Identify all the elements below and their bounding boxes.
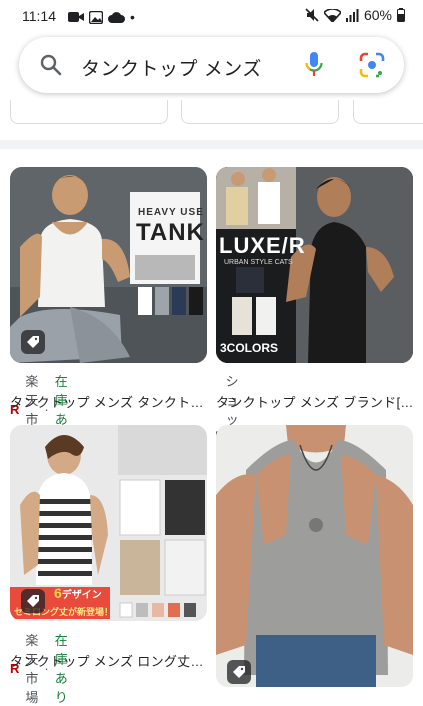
- search-bar[interactable]: タンクトップ メンズ: [19, 37, 404, 93]
- tag-icon[interactable]: [21, 330, 45, 354]
- image-label-design-count: 6デザイン: [54, 585, 102, 601]
- section-divider: [0, 140, 423, 149]
- notification-icons: •: [68, 9, 135, 25]
- design-count: 6: [54, 585, 62, 601]
- search-icon[interactable]: [39, 53, 63, 77]
- product-image[interactable]: LUXE/R URBAN STYLE CATS 3COLORS: [216, 167, 413, 363]
- search-input[interactable]: タンクトップ メンズ: [81, 54, 262, 81]
- video-icon: [68, 12, 84, 22]
- image-label-tank: TANK: [136, 219, 205, 246]
- microphone-icon[interactable]: [304, 51, 324, 79]
- tag-icon[interactable]: [21, 589, 45, 613]
- image-label-urban: URBAN STYLE CATS: [224, 259, 293, 266]
- status-dot: •: [130, 9, 135, 25]
- image-label-heavy-use: HEAVY USE: [138, 207, 204, 218]
- system-status: 60%: [305, 7, 405, 23]
- image-label-colors: 3COLORS: [220, 341, 279, 355]
- product-image[interactable]: [216, 425, 413, 687]
- wifi-icon: [323, 8, 341, 22]
- tag-icon[interactable]: [227, 660, 251, 684]
- filter-chips: [0, 100, 423, 126]
- result-title[interactable]: タンクトップ メンズ ブランド[…: [216, 392, 413, 411]
- product-photo: [216, 425, 413, 687]
- image-label-luxer: LUXE/R: [219, 233, 306, 258]
- status-bar: 11:14 • 60%: [0, 0, 423, 32]
- image-icon: [89, 10, 103, 24]
- signal-icon: [345, 8, 359, 22]
- filter-chip[interactable]: [353, 100, 423, 124]
- filter-chip[interactable]: [181, 100, 339, 124]
- result-title[interactable]: タンクトップ メンズ ロング丈…: [10, 651, 207, 670]
- cloud-icon: [108, 12, 125, 23]
- status-time: 11:14: [22, 8, 56, 24]
- mute-icon: [305, 8, 319, 22]
- filter-chip[interactable]: [10, 100, 168, 124]
- battery-percent: 60%: [363, 7, 392, 23]
- design-word: デザイン: [61, 590, 102, 601]
- result-title[interactable]: タンクトップ メンズ タンクト…: [10, 392, 207, 411]
- battery-icon: [397, 8, 405, 22]
- google-lens-icon[interactable]: [359, 52, 385, 78]
